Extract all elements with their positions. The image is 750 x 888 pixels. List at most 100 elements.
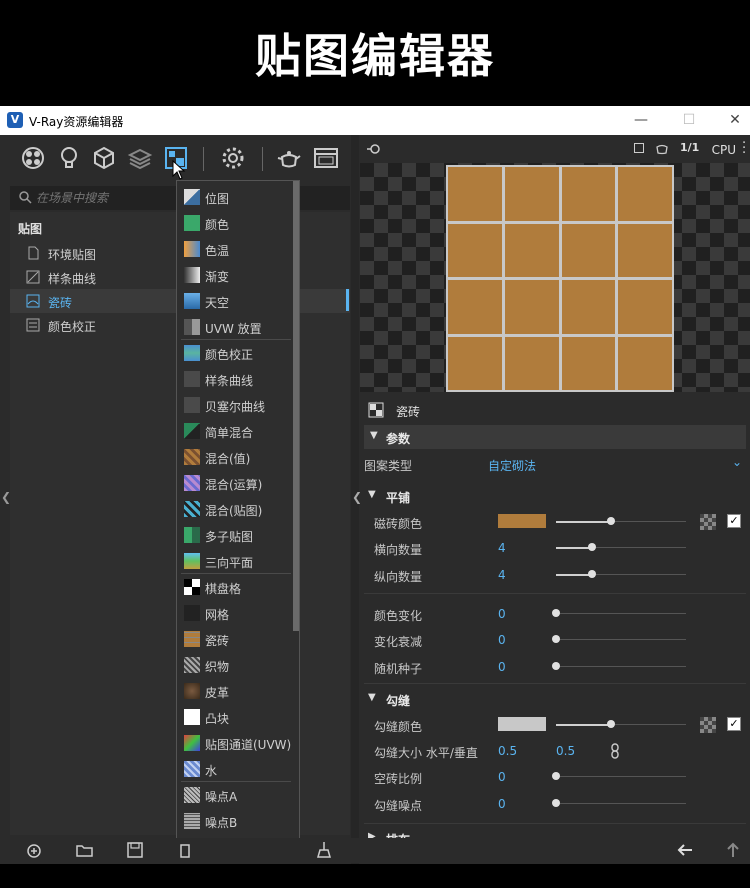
grout-noise-row: 勾缝噪点 0 [360, 791, 750, 817]
link-icon[interactable] [610, 743, 620, 759]
menu-item[interactable]: 混合(值) [177, 444, 293, 470]
render-device-selector[interactable]: CPU [712, 143, 736, 157]
delete-icon[interactable] [176, 841, 194, 859]
settings-icon[interactable] [220, 145, 246, 171]
holes-row: 空砖比例 0 [360, 764, 750, 790]
geometry-icon[interactable] [91, 145, 117, 171]
menu-item[interactable]: 样条曲线 [177, 366, 293, 392]
preview-shape-icon[interactable] [634, 143, 644, 153]
preview-tile [618, 336, 672, 390]
save-icon[interactable] [126, 841, 144, 859]
section-params[interactable]: ▼ 参数 [364, 425, 746, 449]
maximize-button[interactable]: ☐ [678, 110, 700, 130]
random-seed-input[interactable]: 0 [498, 660, 506, 674]
search-input[interactable] [36, 188, 176, 208]
collapse-left-icon[interactable]: ❮ [1, 490, 11, 504]
preview-teapot-icon[interactable] [654, 141, 670, 155]
pattern-type-select[interactable]: 自定砌法 [488, 457, 536, 474]
menu-item[interactable]: 三向平面 [177, 548, 293, 574]
chevron-down-icon[interactable]: ⌄ [732, 455, 742, 469]
menu-item[interactable]: 简单混合 [177, 418, 293, 444]
up-arrow-icon[interactable] [724, 841, 742, 859]
menu-item[interactable]: 渐变 [177, 262, 293, 288]
slider-track[interactable] [556, 803, 686, 804]
menu-item[interactable]: UVW 放置 [177, 314, 293, 340]
texture-slot-icon[interactable] [700, 514, 716, 530]
more-options-icon[interactable]: · · · [742, 137, 746, 160]
preview-ratio[interactable]: 1/1 [680, 141, 699, 154]
close-button[interactable]: ✕ [724, 110, 746, 130]
menu-item[interactable]: 颜色校正 [177, 340, 293, 366]
slider-knob[interactable] [607, 720, 615, 728]
open-folder-icon[interactable] [76, 841, 94, 859]
slider-knob[interactable] [552, 662, 560, 670]
texture-type-icon [184, 371, 200, 387]
slider-track[interactable] [556, 666, 686, 667]
h-count-input[interactable]: 4 [498, 541, 506, 555]
menu-item[interactable]: 噪点A [177, 782, 293, 808]
menu-item[interactable]: 瓷砖 [177, 626, 293, 652]
section-grout[interactable]: ▼ 勾缝 [360, 686, 750, 712]
tree-selection-marker [346, 289, 349, 311]
section-tiling[interactable]: ▼ 平铺 [360, 483, 750, 509]
slider-knob[interactable] [552, 609, 560, 617]
slider-knob[interactable] [588, 543, 596, 551]
color-variance-input[interactable]: 0 [498, 607, 506, 621]
menu-item[interactable]: 织物 [177, 652, 293, 678]
texture-type-icon [184, 501, 200, 517]
prop-label: 勾缝颜色 [374, 720, 423, 734]
fade-variance-input[interactable]: 0 [498, 633, 506, 647]
menu-item[interactable]: 混合(贴图) [177, 496, 293, 522]
render-window-icon[interactable] [313, 145, 339, 171]
props-header: 瓷砖 [360, 393, 750, 427]
lights-icon[interactable] [56, 145, 82, 171]
texture-type-icon [184, 527, 200, 543]
tile-color-swatch[interactable] [498, 514, 546, 528]
menu-item[interactable]: 多子贴图 [177, 522, 293, 548]
texture-slot-icon[interactable] [700, 717, 716, 733]
texture-type-icon [184, 345, 200, 361]
back-arrow-icon[interactable] [676, 841, 694, 859]
tile-color-checkbox[interactable]: ✓ [727, 514, 741, 528]
slider-track[interactable] [556, 613, 686, 614]
grout-color-row: 勾缝颜色 ✓ [360, 712, 750, 738]
menu-item[interactable]: 噪点B [177, 808, 293, 834]
menu-item[interactable]: 棋盘格 [177, 574, 293, 600]
slider-track[interactable] [556, 639, 686, 640]
preview-tile [504, 167, 559, 221]
menu-item[interactable]: 水 [177, 756, 293, 782]
grout-color-checkbox[interactable]: ✓ [727, 717, 741, 731]
slider-knob[interactable] [607, 517, 615, 525]
menu-item[interactable]: 颜色 [177, 210, 293, 236]
layers-icon[interactable] [127, 145, 153, 171]
slider-knob[interactable] [552, 799, 560, 807]
menu-item[interactable]: 贝塞尔曲线 [177, 392, 293, 418]
add-asset-icon[interactable] [25, 841, 43, 859]
slider-knob[interactable] [552, 635, 560, 643]
tree-item-label: 环境贴图 [48, 248, 97, 262]
menu-scrollbar[interactable] [293, 181, 299, 631]
minimize-button[interactable]: — [630, 110, 652, 130]
menu-item[interactable]: 混合(运算) [177, 470, 293, 496]
render-teapot-icon[interactable] [276, 145, 302, 171]
menu-item[interactable]: 天空 [177, 288, 293, 314]
grout-h-input[interactable]: 0.5 [498, 744, 517, 758]
materials-icon[interactable] [20, 145, 46, 171]
grout-noise-input[interactable]: 0 [498, 797, 506, 811]
menu-item[interactable]: 皮革 [177, 678, 293, 704]
holes-input[interactable]: 0 [498, 770, 506, 784]
slider-knob[interactable] [588, 570, 596, 578]
grout-v-input[interactable]: 0.5 [556, 744, 575, 758]
grout-color-swatch[interactable] [498, 717, 546, 731]
preview-lock-icon[interactable] [366, 142, 382, 156]
section-layout[interactable]: ▶ 排布 [360, 825, 750, 838]
slider-track[interactable] [556, 776, 686, 777]
menu-item[interactable]: 位图 [177, 184, 293, 210]
menu-item[interactable]: 网格 [177, 600, 293, 626]
slider-knob[interactable] [552, 772, 560, 780]
menu-item[interactable]: 凸块 [177, 704, 293, 730]
menu-item[interactable]: 贴图通道(UVW) [177, 730, 293, 756]
v-count-input[interactable]: 4 [498, 568, 506, 582]
cleanup-broom-icon[interactable] [315, 841, 333, 859]
menu-item[interactable]: 色温 [177, 236, 293, 262]
